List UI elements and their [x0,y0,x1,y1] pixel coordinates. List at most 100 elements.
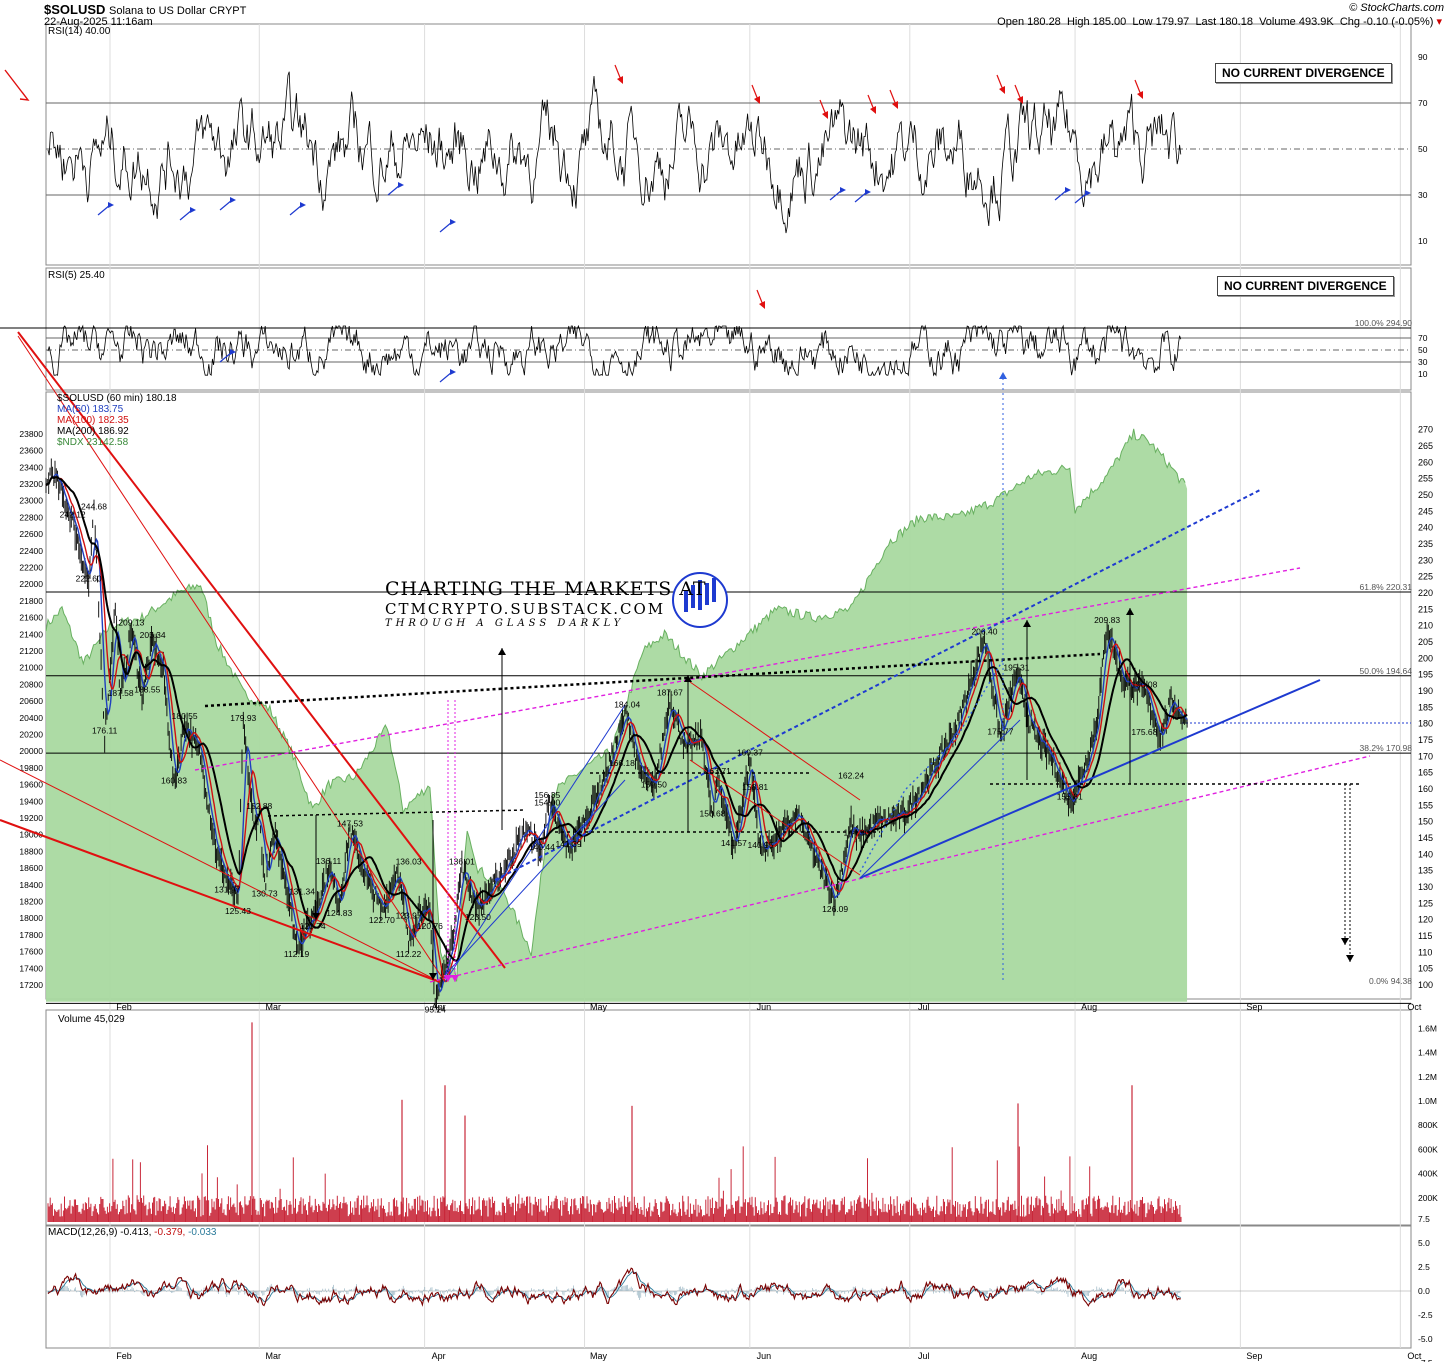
ndx-tick-label: 20200 [19,730,43,740]
fib-label: 61.8% 220.31 [1360,582,1413,592]
price-annotation: 154.00 [534,798,560,808]
volume-tick: 400K [1418,1169,1438,1179]
x-tick-label: Sep [1246,1351,1262,1361]
price-annotation: 112.19 [284,949,310,959]
price-tick-label: 250 [1418,490,1433,500]
ndx-tick-label: 21600 [19,613,43,623]
ohlc-volume-value: 493.9K [1298,16,1334,28]
price-tick-label: 145 [1418,833,1433,843]
ndx-tick-label: 18400 [19,880,43,890]
rsi14-tick: 90 [1418,52,1428,62]
price-tick-label: 185 [1418,702,1433,712]
ndx-tick-label: 20800 [19,679,43,689]
price-tick-label: 255 [1418,474,1433,484]
promo-watermark: CHARTING THE MARKETS AT CTMCRYPTO.SUBSTA… [385,578,707,629]
ohlc-open-label: Open [997,16,1025,28]
volume-tick: 800K [1418,1120,1438,1130]
ndx-tick-label: 19600 [19,780,43,790]
price-annotation: 124.83 [326,908,352,918]
price-annotation: 176.11 [92,725,118,735]
price-annotation: 120.76 [417,921,443,931]
macd-tick: 2.5 [1418,1262,1430,1272]
price-annotation: 175.68 [1131,727,1157,737]
price-tick-label: 215 [1418,604,1433,614]
price-annotation: 140.95 [747,840,773,850]
ohlc-chg-label: Chg [1339,16,1361,28]
volume-label: Volume 45,029 [58,1014,125,1025]
price-tick-label: 230 [1418,555,1433,565]
macd-label-hist: -0.033 [188,1227,217,1238]
price-annotation: 144.90 [843,827,869,837]
volume-tick: 1.2M [1418,1072,1437,1082]
down-triangle-icon: ▾ [1436,16,1442,28]
price-annotation: 126.09 [822,904,848,914]
x-tick-label: Feb [116,1351,132,1361]
price-annotation: 136.03 [396,856,422,866]
price-tick-label: 135 [1418,866,1433,876]
ndx-tick-label: 18600 [19,863,43,873]
price-annotation: 180.55 [172,711,198,721]
legend-ndx: $NDX 23142.58 [57,437,129,448]
price-tick-label: 190 [1418,686,1433,696]
ticker-exchange: CRYPT [209,5,247,17]
price-tick-label: 225 [1418,572,1433,582]
rsi14-tick: 30 [1418,190,1428,200]
x-tick-label: Mar [266,1351,282,1361]
rsi5-label: RSI(5) 25.40 [48,270,105,281]
price-tick-label: 150 [1418,817,1433,827]
price-tick-label: 125 [1418,898,1433,908]
ticker-symbol: $SOLUSD Solana to US Dollar CRYPT [44,2,246,17]
fib-label: 100.0% 294.90 [1355,318,1412,328]
ndx-tick-label: 17400 [19,963,43,973]
price-annotation: 150.68 [700,808,726,818]
price-annotation: 136.01 [449,856,475,866]
legend-solusd: $SOLUSD (60 min) 180.18 [57,393,177,404]
price-tick-label: 130 [1418,882,1433,892]
ohlc-volume-label: Volume [1259,16,1296,28]
price-annotation: 140.44 [529,842,555,852]
ndx-tick-label: 23800 [19,429,43,439]
ndx-tick-label: 23400 [19,462,43,472]
macd-label-signal: -0.379, [154,1227,186,1238]
price-annotation: 166.18 [609,758,635,768]
rsi14-panel [45,23,1412,266]
ndx-tick-label: 17200 [19,980,43,990]
ndx-tick-label: 18000 [19,913,43,923]
ohlc-chg-value: -0.10 (-0.05%) [1363,16,1434,28]
price-annotation: 187.67 [657,688,683,698]
ndx-tick-label: 22000 [19,579,43,589]
ticker: $SOLUSD [44,2,106,17]
ndx-tick-label: 19400 [19,796,43,806]
ohlc-low-value: 179.97 [1155,16,1190,28]
macd-tick: 5.0 [1418,1238,1430,1248]
fib-label: 0.0% 94.38 [1369,976,1412,986]
rsi14-label: RSI(14) 40.00 [48,26,111,37]
price-annotation: 147.53 [337,819,363,829]
ohlc-open-value: 180.28 [1027,16,1061,28]
rsi14-divergence-box: NO CURRENT DIVERGENCE [1215,63,1392,83]
price-annotation: 206.40 [971,626,997,636]
price-annotation: 179.93 [230,713,256,723]
ohlc-high-value: 185.00 [1092,16,1127,28]
price-tick-label: 155 [1418,800,1433,810]
price-annotation: 162.24 [838,771,864,781]
ndx-tick-label: 20000 [19,746,43,756]
macd-panel [45,1225,1412,1349]
rsi14-tick: 70 [1418,98,1428,108]
ohlc-last-label: Last [1195,16,1217,28]
price-tick-label: 195 [1418,670,1433,680]
x-tick-label: May [590,1351,608,1361]
price-annotation: 188.55 [134,685,160,695]
x-tick-label: Aug [1081,1351,1097,1361]
price-annotation: 222.60 [76,573,102,583]
ndx-tick-label: 23000 [19,496,43,506]
promo-line3: THROUGH A GLASS DARKLY [385,618,625,629]
rsi14-tick: 10 [1418,236,1428,246]
rsi5-tick: 70 [1418,333,1428,343]
price-annotation: 123.50 [465,912,491,922]
price-tick-label: 205 [1418,637,1433,647]
price-annotation: 131.97 [214,885,240,895]
ohlc-readout: Open 180.28 High 185.00 Low 179.97 Last … [997,15,1442,28]
price-annotation: 184.04 [614,699,640,709]
macd-tick: -2.5 [1418,1310,1433,1320]
